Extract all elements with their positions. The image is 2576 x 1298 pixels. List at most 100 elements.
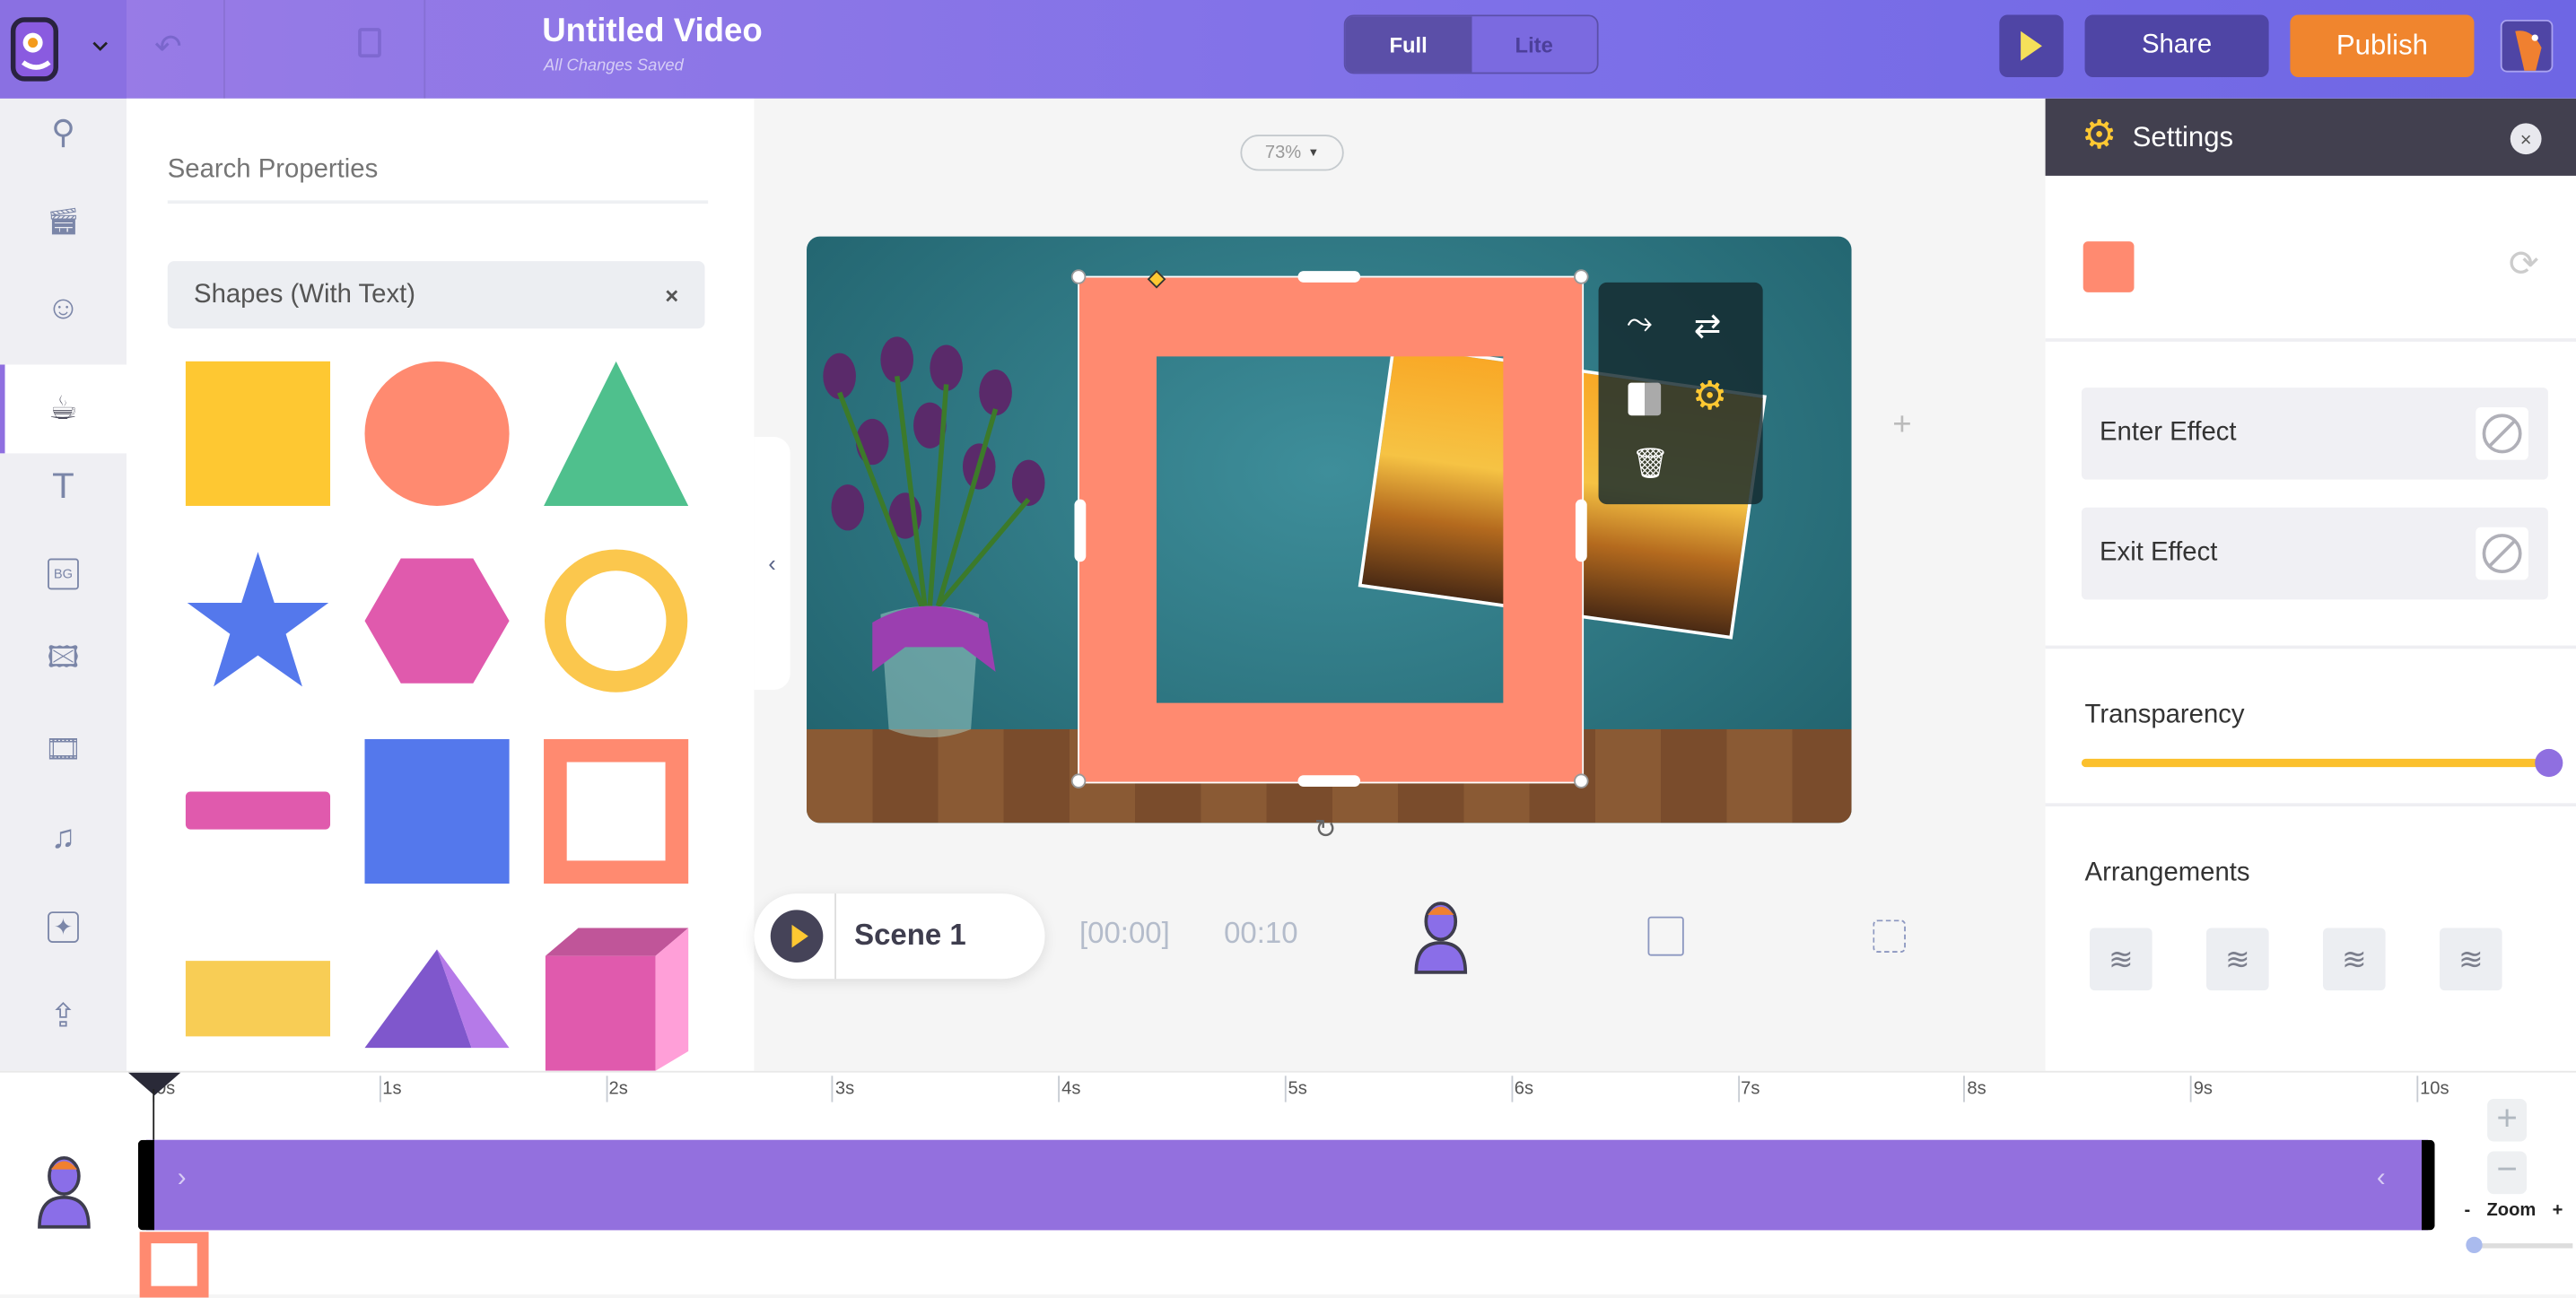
shape-circle[interactable] [364,361,510,506]
sidebar-item-background[interactable]: BG [0,529,127,618]
timeline-tick [1963,1076,1966,1102]
sidebar-item-characters[interactable]: ☺ [0,265,127,353]
timeline-tick-label: 10s [2420,1078,2449,1099]
sidebar-item-videos[interactable]: 🎞︎ [0,704,127,793]
zoom-dropdown[interactable]: 73% ▼ [1240,135,1344,171]
zoom-slider-thumb[interactable] [2466,1236,2483,1254]
share-button[interactable]: Share [2084,14,2269,78]
preview-play-button[interactable] [1999,14,2064,78]
send-backward-button[interactable]: ≋ [2440,928,2502,991]
timeline-tick [2416,1076,2419,1102]
scene-pill[interactable]: Scene 1 [754,893,1045,980]
sidebar-item-search[interactable]: ⚲ [0,87,127,176]
collapse-panel-button[interactable]: ‹ [754,437,790,691]
transparency-slider-thumb[interactable] [2535,748,2563,778]
shape-blue-square[interactable] [364,738,510,884]
send-to-back-button[interactable]: ≋ [2206,928,2269,991]
enter-effect-label: Enter Effect [2100,418,2237,448]
upload-icon: ⇪ [49,997,77,1034]
gear-icon[interactable]: ⚙ [1692,373,1727,421]
publish-button[interactable]: Publish [2290,14,2475,78]
exit-effect-label: Exit Effect [2100,538,2218,567]
music-icon: ♫ [50,818,76,856]
resize-handle-bottom[interactable] [1297,775,1361,788]
timeline-tick-label: 4s [1061,1078,1081,1099]
shape-star[interactable] [187,552,329,687]
video-title[interactable]: Untitled Video [542,13,763,51]
timeline-tick [1058,1076,1061,1102]
settings-title: Settings [2132,121,2234,153]
add-scene-icon[interactable]: + [1892,407,1911,445]
timeline-tick-label: 7s [1741,1078,1760,1099]
resize-handle-right[interactable] [1575,499,1587,562]
zoom-control-label: - Zoom + [2464,1200,2563,1221]
mode-lite-button[interactable]: Lite [1471,16,1597,73]
selected-square-frame-shape[interactable] [1078,275,1585,784]
zoom-in-button[interactable]: + [2487,1098,2528,1142]
sidebar-item-text[interactable]: T [0,442,127,531]
search-properties-input[interactable] [167,141,709,205]
color-swatch[interactable] [2083,241,2135,292]
bring-forward-button[interactable]: ≋ [2323,928,2386,991]
sidebar-item-effects[interactable]: ✦ [0,882,127,971]
shape-square[interactable] [185,361,331,506]
shape-square-frame[interactable] [544,738,689,884]
timeline-tick [1511,1076,1513,1102]
motion-path-icon[interactable]: ⤳ [1627,306,1653,344]
enter-effect-button[interactable]: Enter Effect [2081,388,2548,480]
sidebar-item-properties[interactable]: ☕︎ [0,363,127,452]
video-icon: 🎞︎ [44,731,83,765]
screenshot-icon[interactable] [1873,919,1906,953]
logo-icon [10,17,108,82]
character-icon[interactable] [1410,900,1472,975]
close-settings-button[interactable]: × [2510,123,2542,155]
transparency-slider[interactable] [2081,758,2550,768]
timeline-tick [379,1076,381,1102]
duplicate-icon[interactable] [358,28,381,58]
zoom-slider[interactable] [2474,1243,2573,1249]
resize-handle-top[interactable] [1297,271,1361,283]
opacity-icon[interactable] [1628,382,1662,416]
timeline-tick-label: 8s [1967,1078,1987,1099]
user-avatar[interactable] [2500,19,2554,73]
chevron-left-icon[interactable]: ‹ [2377,1164,2386,1194]
sidebar-item-music[interactable]: ♫ [0,793,127,882]
shape-track-thumbnail[interactable] [139,1232,209,1298]
shape-bar[interactable] [185,791,331,830]
app-logo-menu[interactable] [0,0,127,99]
swap-shape-icon[interactable]: ⇄ [1694,306,1722,347]
save-status: All Changes Saved [544,57,684,76]
shape-rectangle[interactable] [185,961,331,1037]
scene-play-button[interactable] [770,910,824,963]
properties-panel: Shapes (With Text) × [126,98,755,1071]
shape-hexagon[interactable] [364,558,510,684]
rotate-handle-icon[interactable]: ↻ [1314,813,1337,846]
mode-full-button[interactable]: Full [1345,16,1471,73]
character-track-bar[interactable]: › ‹ [137,1139,2435,1231]
no-effect-icon [2476,407,2528,460]
transparency-label: Transparency [2084,701,2245,729]
scene-duration[interactable]: 00:10 [1224,917,1297,951]
shape-ring[interactable] [544,549,688,693]
clear-category-icon[interactable]: × [665,282,678,308]
scene-video-icon[interactable] [1647,916,1684,956]
bring-to-front-button[interactable]: ≋ [2090,928,2152,991]
chevron-right-icon[interactable]: › [178,1164,187,1194]
mode-toggle: Full Lite [1343,14,1599,74]
timeline-tick [2190,1076,2192,1102]
exit-effect-button[interactable]: Exit Effect [2081,507,2548,600]
object-toolbar: ⤳ ⇄ ⚙ 🗑︎ [1598,282,1763,505]
resize-handle-left[interactable] [1074,499,1087,562]
reset-icon[interactable]: ⟳ [2509,243,2539,286]
sidebar-item-scenes[interactable]: 🎬︎ [0,178,127,266]
trash-icon[interactable]: 🗑︎ [1631,447,1669,481]
character-track-icon [38,1156,91,1229]
sidebar-item-images[interactable]: 🖾 [0,617,127,706]
timeline-tick-label: 3s [834,1078,855,1099]
search-icon: ⚲ [51,114,75,151]
play-icon [790,924,808,948]
undo-icon[interactable]: ↶ [154,26,182,67]
sidebar-item-upload[interactable]: ⇪ [0,971,127,1059]
zoom-out-button[interactable]: − [2487,1151,2528,1195]
shape-triangle[interactable] [544,361,689,506]
